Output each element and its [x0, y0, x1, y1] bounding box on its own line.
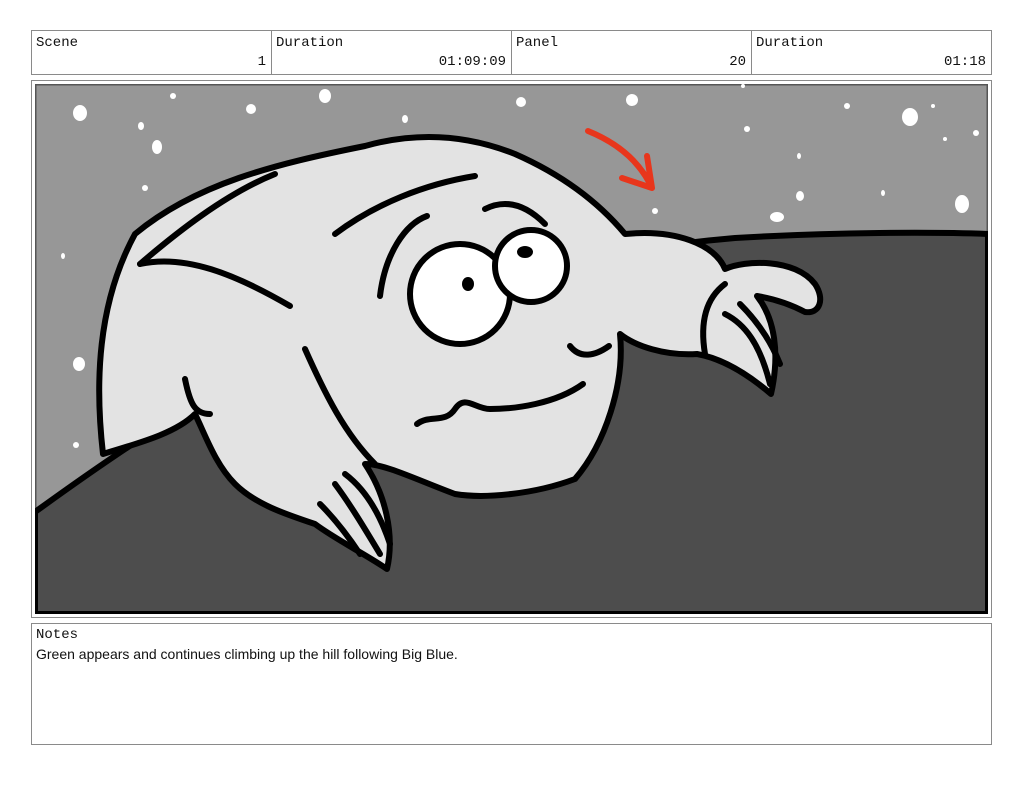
- notes-box: Notes Green appears and continues climbi…: [31, 623, 992, 745]
- scene-label: Scene: [36, 35, 79, 51]
- storyboard-drawing: [35, 84, 988, 614]
- scene-duration-cell: Duration 01:09:09: [272, 31, 512, 74]
- panel-cell: Panel 20: [512, 31, 752, 74]
- storyboard-frame: [31, 80, 992, 618]
- scene-duration-value: 01:09:09: [438, 54, 506, 70]
- scene-cell: Scene 1: [32, 31, 272, 74]
- notes-label: Notes: [36, 627, 79, 643]
- notes-text: Green appears and continues climbing up …: [36, 646, 458, 662]
- panel-duration-value: 01:18: [943, 54, 986, 70]
- scene-duration-label: Duration: [276, 35, 344, 51]
- panel-label: Panel: [516, 35, 559, 51]
- panel-duration-cell: Duration 01:18: [752, 31, 991, 74]
- scene-value: 1: [257, 54, 266, 70]
- panel-value: 20: [729, 54, 746, 70]
- panel-duration-label: Duration: [756, 35, 824, 51]
- panel-header: Scene 1 Duration 01:09:09 Panel 20 Durat…: [31, 30, 992, 75]
